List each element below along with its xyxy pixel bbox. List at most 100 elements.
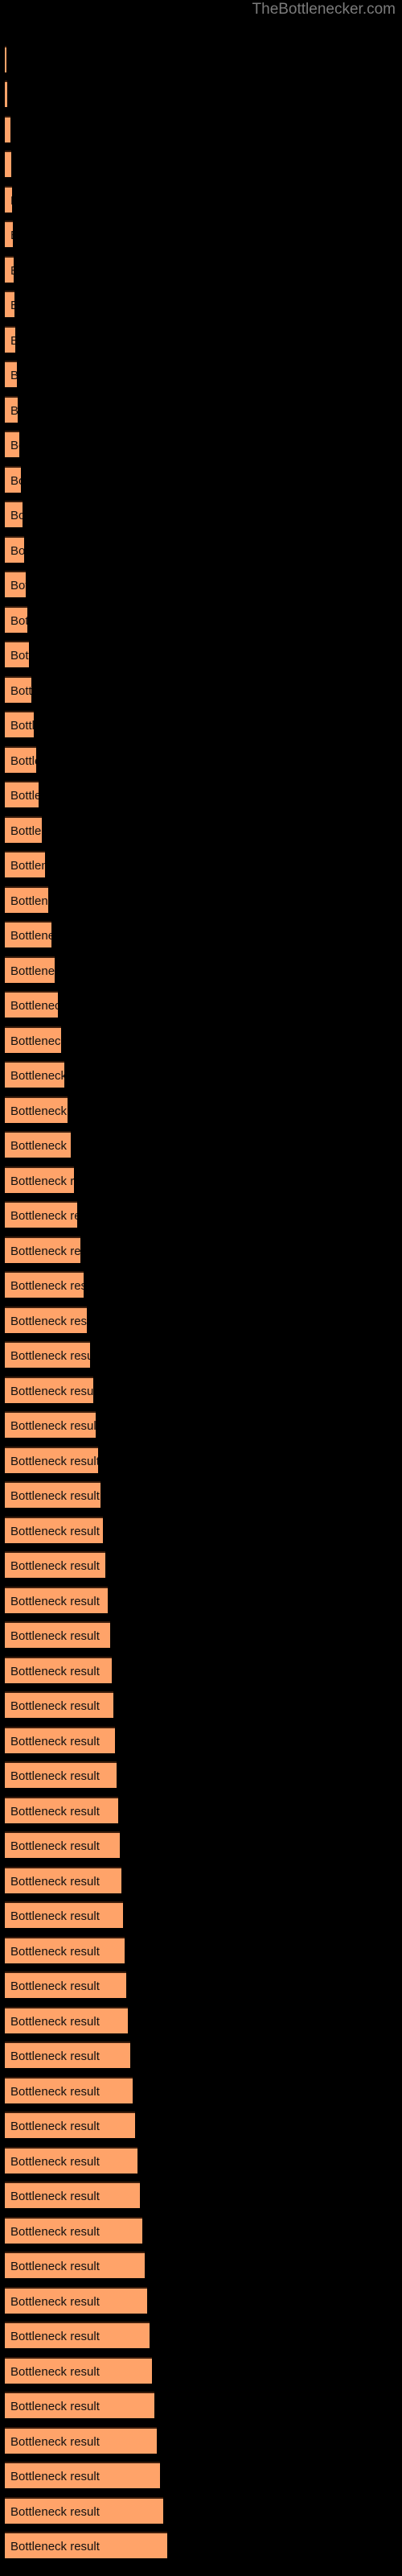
bar-label: Bottleneck result xyxy=(10,1665,100,1678)
bar-row: Bottleneck result xyxy=(0,1587,402,1613)
bar: Bottleneck result xyxy=(5,326,15,353)
bar: Bottleneck result xyxy=(5,256,14,283)
bar: Bottleneck result xyxy=(5,361,17,387)
bar-label: Bottleneck result xyxy=(10,2435,100,2449)
bar: Bottleneck result xyxy=(5,1271,84,1298)
bar: Bottleneck result xyxy=(5,1517,103,1543)
bar-label: Bottleneck result xyxy=(10,579,26,592)
bar-label: Bottleneck result xyxy=(10,1385,93,1398)
bar-row: Bottleneck result xyxy=(0,1411,402,1438)
bar-row: Bottleneck result xyxy=(0,1026,402,1053)
bar-label: Bottleneck result xyxy=(10,2155,100,2169)
bar: Bottleneck result xyxy=(5,2147,137,2174)
bar-label: Bottleneck result xyxy=(10,544,24,558)
bar: Bottleneck result xyxy=(5,1551,105,1578)
bar-row: Bottleneck result xyxy=(0,2252,402,2278)
bar-row: Bottleneck result xyxy=(0,1727,402,1753)
bar-row: Bottleneck result xyxy=(0,1657,402,1683)
bar-row: Bottleneck result xyxy=(0,991,402,1018)
bar-row: Bottleneck result xyxy=(0,1271,402,1298)
bar-label: Bottleneck result xyxy=(10,1909,100,1923)
bar: Bottleneck result xyxy=(5,1201,77,1228)
bar: Bottleneck result xyxy=(5,1377,93,1403)
bar: Bottleneck result xyxy=(5,46,6,72)
bar: Bottleneck result xyxy=(5,2497,163,2524)
bar: Bottleneck result xyxy=(5,1621,110,1648)
bar-row: Bottleneck result xyxy=(0,1937,402,1963)
bar-label: Bottleneck result xyxy=(10,398,18,423)
bar-label: Bottleneck result xyxy=(10,439,19,452)
bar: Bottleneck result xyxy=(5,1447,98,1473)
bar-label: Bottleneck result xyxy=(10,1945,100,1959)
bar-row: Bottleneck result xyxy=(0,1867,402,1893)
bar-label: Bottleneck result xyxy=(10,1769,100,1783)
bar-label: Bottleneck result xyxy=(10,362,17,387)
bar-label: Bottleneck result xyxy=(10,2365,100,2379)
bar-label: Bottleneck result xyxy=(10,1595,100,1608)
bar: Bottleneck result xyxy=(5,711,34,737)
bar-row: Bottleneck result xyxy=(0,1551,402,1578)
bar: Bottleneck result xyxy=(5,606,27,633)
bar-label: Bottleneck result xyxy=(10,1979,100,1993)
bar-row: Bottleneck result xyxy=(0,1797,402,1823)
bar-row: Bottleneck result xyxy=(0,1341,402,1368)
bar-row: Bottleneck result xyxy=(0,746,402,773)
bar-label: Bottleneck result xyxy=(10,614,27,628)
bar-row: Bottleneck result xyxy=(0,2322,402,2348)
bar-row: Bottleneck result xyxy=(0,816,402,843)
bar-row: Bottleneck result xyxy=(0,1517,402,1543)
bar-row: Bottleneck result xyxy=(0,361,402,387)
bar-row: Bottleneck result xyxy=(0,1831,402,1858)
bar-label: Bottleneck result xyxy=(10,684,31,698)
bar-label: Bottleneck result xyxy=(10,2015,100,2029)
bar: Bottleneck result xyxy=(5,1867,121,1893)
bar-row: Bottleneck result xyxy=(0,1971,402,1998)
bar-row: Bottleneck result xyxy=(0,1131,402,1158)
bar-label: Bottleneck result xyxy=(10,1559,100,1573)
bar: Bottleneck result xyxy=(5,466,21,493)
bar-row: Bottleneck result xyxy=(0,466,402,493)
bar-label: Bottleneck result xyxy=(10,1419,96,1433)
bar-row: Bottleneck result xyxy=(0,1061,402,1088)
bar-row: Bottleneck result xyxy=(0,2532,402,2558)
bar-row: Bottleneck result xyxy=(0,116,402,142)
bar-row: Bottleneck result xyxy=(0,2112,402,2138)
bar-row: Bottleneck result xyxy=(0,396,402,423)
bar: Bottleneck result xyxy=(5,1481,100,1508)
bar: Bottleneck result xyxy=(5,1797,118,1823)
bar-label: Bottleneck result xyxy=(10,2050,100,2063)
bar: Bottleneck result xyxy=(5,1691,113,1718)
bar: Bottleneck result xyxy=(5,2392,154,2418)
bar-label: Bottleneck result xyxy=(10,2505,100,2519)
bar-row: Bottleneck result xyxy=(0,501,402,527)
bar-label: Bottleneck result xyxy=(10,2225,100,2239)
bar-label: Bottleneck result xyxy=(10,222,13,247)
bar-label: Bottleneck result xyxy=(10,1525,100,1538)
bar: Bottleneck result xyxy=(5,641,29,667)
bar-label: Bottleneck result xyxy=(10,328,15,353)
bar-label: Bottleneck result xyxy=(10,2260,100,2273)
bar-label: Bottleneck result xyxy=(10,1139,71,1153)
bar: Bottleneck result xyxy=(5,1937,125,1963)
bar: Bottleneck result xyxy=(5,1901,123,1928)
bar: Bottleneck result xyxy=(5,1026,61,1053)
bar: Bottleneck result xyxy=(5,1971,126,1998)
bar: Bottleneck result xyxy=(5,2532,167,2558)
bar-row: Bottleneck result xyxy=(0,1166,402,1193)
bar-row: Bottleneck result xyxy=(0,1761,402,1788)
bar: Bottleneck result xyxy=(5,1587,108,1613)
bar-row: Bottleneck result xyxy=(0,2287,402,2314)
bar: Bottleneck result xyxy=(5,1411,96,1438)
bar-row: Bottleneck result xyxy=(0,2077,402,2103)
bar-row: Bottleneck result xyxy=(0,2462,402,2488)
bar: Bottleneck result xyxy=(5,1236,80,1263)
bar-label: Bottleneck result xyxy=(10,1245,80,1258)
chart-plot-area: Bottleneck result Bottleneck result Bottle… xyxy=(0,0,402,2576)
bar-row: Bottleneck result xyxy=(0,1307,402,1333)
bar: Bottleneck result xyxy=(5,1761,117,1788)
bar: Bottleneck result xyxy=(5,1341,90,1368)
bar-label: Bottleneck result xyxy=(10,1629,100,1643)
bar: Bottleneck result xyxy=(5,676,31,703)
bar-row: Bottleneck result xyxy=(0,676,402,703)
bar: Bottleneck result xyxy=(5,2041,130,2068)
